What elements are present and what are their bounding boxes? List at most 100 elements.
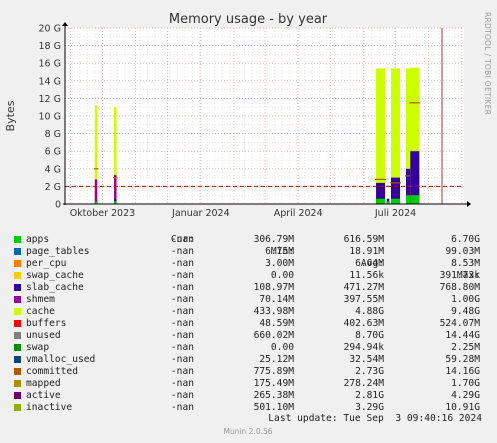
legend-row-shmem: shmem -nan 70.14M 397.55M 1.00G	[12, 294, 492, 306]
legend-max: 14.44G	[445, 330, 480, 341]
legend-min: 175.49M	[253, 378, 294, 389]
munin-graph: Memory usage - by year Bytes RRDTOOL / T…	[0, 0, 497, 443]
legend-max: 1.00G	[451, 294, 480, 305]
legend-avg: 397.55M	[343, 294, 384, 305]
legend-cur: -nan	[170, 318, 194, 329]
legend-swatch	[14, 356, 21, 363]
legend-max: 59.28M	[445, 354, 480, 365]
legend-avg: 4.88G	[355, 306, 384, 317]
legend-row-page-tables: page_tables -nan 6.75M 18.91M 99.03M	[12, 246, 492, 258]
legend-avg: 6.64M	[355, 258, 384, 269]
legend-row-unused: unused -nan 660.02M 8.70G 14.44G	[12, 330, 492, 342]
legend-swatch	[14, 320, 21, 327]
legend-min: 6.75M	[265, 246, 294, 257]
legend-max: 524.07M	[439, 318, 480, 329]
series-bar-apps	[391, 198, 401, 204]
y-axis-arrow	[62, 22, 68, 26]
chart-title: Memory usage - by year	[169, 12, 328, 27]
legend-avg: 2.73G	[355, 366, 384, 377]
legend-swatch	[14, 260, 21, 267]
legend-cur: -nan	[170, 258, 194, 269]
legend-cur: -nan	[170, 246, 194, 257]
legend-min: 306.79M	[253, 234, 294, 245]
legend-cur: -nan	[170, 378, 194, 389]
legend-max: 2.25M	[451, 342, 480, 353]
y-tick-label: 2 G	[45, 182, 61, 193]
legend-avg: 8.70G	[355, 330, 384, 341]
legend-name: buffers	[26, 318, 67, 329]
legend-swatch	[14, 332, 21, 339]
legend-cur: -nan	[170, 354, 194, 365]
series-bar-apps	[410, 195, 420, 204]
munin-version: Munin 2.0.56	[223, 427, 272, 436]
legend-min: 70.14M	[259, 294, 294, 305]
legend-min: 433.98M	[253, 306, 294, 317]
legend-min: 0.00	[270, 342, 294, 353]
legend-swatch	[14, 284, 21, 291]
legend-avg: 402.63M	[343, 318, 384, 329]
legend-max: 8.53M	[451, 258, 480, 269]
y-tick-label: 10 G	[39, 112, 61, 123]
legend-cur: -nan	[170, 294, 194, 305]
y-tick-label: 20 G	[39, 24, 61, 35]
y-tick-label: 14 G	[39, 76, 61, 87]
legend-name: swap	[26, 342, 50, 353]
y-axis-label: Bytes	[4, 100, 17, 131]
legend-swatch	[14, 368, 21, 375]
legend-row-swap: swap -nan 0.00 294.94k 2.25M	[12, 342, 492, 354]
legend-cur: -nan	[170, 306, 194, 317]
legend-swatch	[14, 380, 21, 387]
y-tick-label: 4 G	[45, 164, 61, 175]
legend-min: 3.00M	[265, 258, 294, 269]
legend-max: 14.16G	[445, 366, 480, 377]
x-tick-label: Oktober 2023	[70, 208, 136, 219]
legend-name: per_cpu	[26, 258, 67, 269]
x-tick-label: Januar 2024	[171, 208, 230, 219]
x-tick-label: April 2024	[274, 208, 323, 219]
y-tick-label: 8 G	[45, 129, 61, 140]
x-ticks: Oktober 2023 Januar 2024 April 2024 Juli 20…	[70, 208, 417, 219]
legend-cur: -nan	[170, 342, 194, 353]
legend-max: 6.70G	[451, 234, 480, 245]
legend-min: 25.12M	[259, 354, 294, 365]
legend-min: 48.59M	[259, 318, 294, 329]
legend-min: 108.97M	[253, 282, 294, 293]
legend-swatch	[14, 344, 21, 351]
legend-avg: 2.81G	[355, 390, 384, 401]
legend-swatch	[14, 272, 21, 279]
series-bar-shmem	[94, 179, 98, 204]
memory-chart: Memory usage - by year Bytes RRDTOOL / T…	[4, 12, 492, 219]
legend-cur: -nan	[170, 282, 194, 293]
legend-swatch	[14, 236, 21, 243]
legend-header: Cur: Min: Avg: Max:	[12, 222, 492, 281]
legend-swatch	[14, 248, 21, 255]
series-bar-apps	[376, 198, 386, 204]
legend-avg: 616.59M	[343, 234, 384, 245]
legend-cur: -nan	[170, 330, 194, 341]
legend-cur: -nan	[170, 390, 194, 401]
legend-row-committed: committed -nan 775.89M 2.73G 14.16G	[12, 366, 492, 378]
legend-cur: -nan	[170, 234, 194, 245]
legend-avg: 294.94k	[343, 342, 384, 353]
legend-min: 775.89M	[253, 366, 294, 377]
y-tick-label: 6 G	[45, 147, 61, 158]
y-tick-label: 12 G	[39, 94, 61, 105]
legend-avg: 32.54M	[349, 354, 384, 365]
legend-name: committed	[26, 366, 78, 377]
legend-min: 660.02M	[253, 330, 294, 341]
legend-name: unused	[26, 330, 61, 341]
legend: Cur: Min: Avg: Max: apps -nan 306.79M 616.5…	[12, 222, 492, 414]
legend-max: 768.80M	[439, 282, 480, 293]
y-tick-label: 0	[55, 200, 61, 211]
legend-name: active	[26, 390, 61, 401]
legend-row-mapped: mapped -nan 175.49M 278.24M 1.70G	[12, 378, 492, 390]
legend-row-buffers: buffers -nan 48.59M 402.63M 524.07M	[12, 318, 492, 330]
last-update: Last update: Tue Sep 3 09:40:16 2024	[268, 413, 482, 424]
legend-row-slab-cache: slab_cache -nan 108.97M 471.27M 768.80M	[12, 282, 492, 294]
y-tick-label: 18 G	[39, 41, 61, 52]
legend-swatch	[14, 404, 21, 411]
legend-swatch	[14, 392, 21, 399]
legend-name: cache	[26, 306, 55, 317]
legend-swatch	[14, 296, 21, 303]
legend-max: 99.03M	[445, 246, 480, 257]
